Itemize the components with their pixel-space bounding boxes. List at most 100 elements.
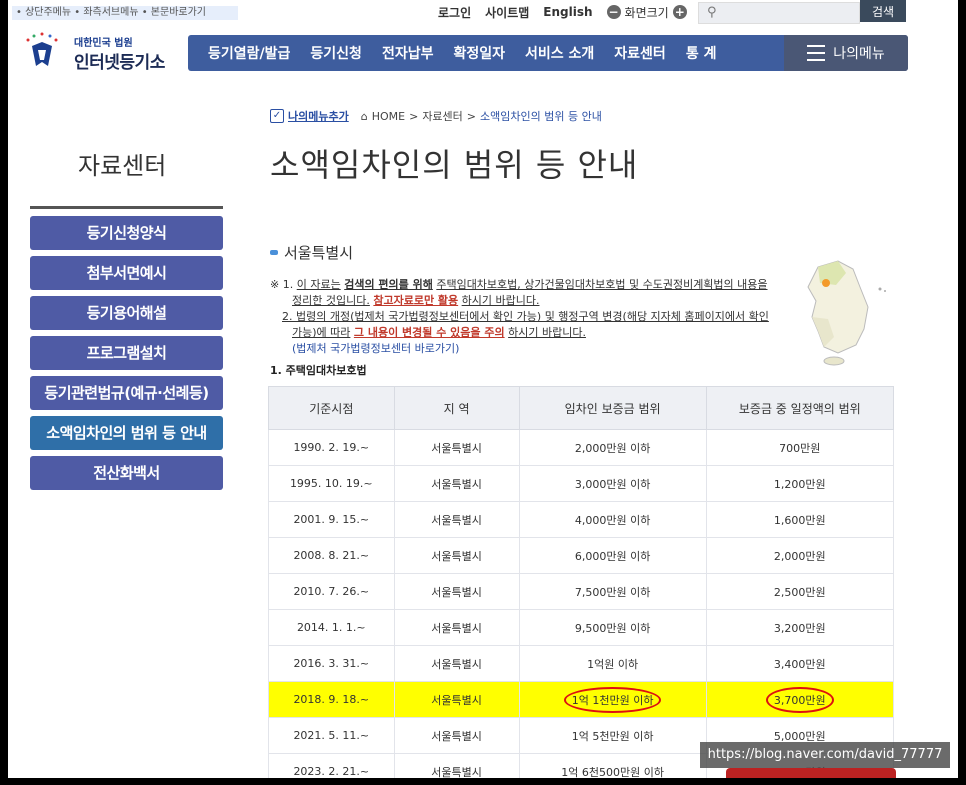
table-cell: 1995. 10. 19.~ (268, 465, 395, 502)
table-cell: 2,000만원 (705, 537, 895, 574)
notice-text: 2. 법령의 개정(법제처 국가법령정보센터에서 확인 가능) 및 행정구역 변… (282, 310, 769, 323)
table-cell: 서울특별시 (393, 609, 520, 646)
table-cell: 2023. 2. 21.~ (268, 753, 395, 778)
side-item-forms[interactable]: 등기신청양식 (30, 216, 223, 250)
search-input[interactable]: ⚲ (698, 2, 860, 24)
nav-statistics[interactable]: 통 계 (676, 43, 727, 63)
table-cell: 3,700만원 (705, 681, 895, 718)
notice-line-1: ※ 1. 이 자료는 검색의 편의를 위해 주택임대차보호법, 상가건물임대차보… (270, 277, 780, 293)
circled-value: 3,700만원 (765, 686, 834, 713)
table-cell: 3,400만원 (705, 645, 895, 682)
notice-text: 하시기 바랍니다. (508, 326, 586, 339)
breadcrumb: ✓ 나의메뉴추가 ⌂ HOME > 자료센터 > 소액임차인의 범위 등 안내 (270, 108, 602, 124)
table-cell: 1990. 2. 19.~ (268, 429, 395, 466)
table-cell: 3,000만원 이하 (518, 465, 707, 502)
law-center-link[interactable]: (법제처 국가법령정보센터 바로가기) (270, 341, 780, 357)
table-cell: 1억 5천만원 이하 (518, 717, 707, 754)
english-link[interactable]: English (543, 5, 592, 19)
search-button[interactable]: 검색 (860, 0, 906, 22)
notice-line-2: 정리한 것입니다. 참고자료로만 활용 하시기 바랍니다. (270, 293, 780, 309)
red-banner (726, 768, 896, 778)
table-cell: 2,000만원 이하 (518, 429, 707, 466)
table-cell: 서울특별시 (393, 573, 520, 610)
table-cell: 2,500만원 (705, 573, 895, 610)
table-cell: 2014. 1. 1.~ (268, 609, 395, 646)
search-icon: ⚲ (707, 5, 717, 20)
side-item-programs[interactable]: 프로그램설치 (30, 336, 223, 370)
breadcrumb-current: 소액임차인의 범위 등 안내 (480, 110, 602, 123)
breadcrumb-level1[interactable]: 자료센터 (422, 108, 462, 124)
table-cell: 1억원 이하 (518, 645, 707, 682)
breadcrumb-separator: > (409, 109, 419, 123)
nav-e-payment[interactable]: 전자납부 (372, 43, 444, 63)
table-cell: 1억 6천500만원 이하 (518, 753, 707, 778)
notice-box: ※ 1. 이 자료는 검색의 편의를 위해 주택임대차보호법, 상가건물임대차보… (270, 277, 780, 357)
font-size-control: − 화면크기 + (606, 4, 687, 21)
side-item-small-tenant[interactable]: 소액임차인의 범위 등 안내 (30, 416, 223, 450)
nav-view-issue[interactable]: 등기열람/발급 (188, 43, 300, 63)
nav-resource-center[interactable]: 자료센터 (604, 43, 676, 63)
section-heading-text: 서울특별시 (284, 244, 354, 262)
breadcrumb-separator: > (466, 109, 477, 123)
table-row: 1990. 2. 19.~ 서울특별시 2,000만원 이하 700만원 (268, 429, 895, 466)
sitemap-link[interactable]: 사이트맵 (485, 4, 529, 21)
font-increase-icon[interactable]: + (672, 5, 687, 19)
table-cell: 1,200만원 (705, 465, 895, 502)
notice-mark: ※ 1. (270, 278, 294, 291)
table-cell: 4,000만원 이하 (518, 501, 707, 538)
nav-fixed-date[interactable]: 확정일자 (443, 43, 515, 63)
font-decrease-icon[interactable]: − (606, 5, 621, 19)
table-cell: 서울특별시 (393, 537, 520, 574)
notice-text: 정리한 것입니다. (292, 294, 370, 307)
side-item-whitepaper[interactable]: 전산화백서 (30, 456, 223, 490)
table-row: 1995. 10. 19.~ 서울특별시 3,000만원 이하 1,200만원 (268, 465, 895, 502)
table-cell: 서울특별시 (393, 645, 520, 682)
small-tenant-table: 기준시점 지 역 임차인 보증금 범위 보증금 중 일정액의 범위 1990. … (268, 386, 895, 778)
hamburger-icon (807, 45, 826, 61)
circled-value: 1억 1천만원 이하 (563, 686, 662, 713)
side-item-glossary[interactable]: 등기용어해설 (30, 296, 223, 330)
table-cell: 2008. 8. 21.~ (268, 537, 395, 574)
bullet-icon (270, 250, 278, 255)
col-region: 지 역 (393, 386, 520, 430)
table-cell: 서울특별시 (393, 429, 520, 466)
breadcrumb-home[interactable]: HOME (372, 110, 405, 123)
col-fixed-amount: 보증금 중 일정액의 범위 (705, 386, 895, 430)
side-title: 자료센터 (78, 152, 167, 180)
table-row: 2016. 3. 31.~ 서울특별시 1억원 이하 3,400만원 (268, 645, 895, 682)
site-logo[interactable]: 대한민국 법원 인터넷등기소 (16, 32, 186, 73)
table-row: 2001. 9. 15.~ 서울특별시 4,000만원 이하 1,600만원 (268, 501, 895, 538)
notice-line-4: 가능)에 따라 그 내용이 변경될 수 있음을 주의 하시기 바랍니다. (270, 325, 780, 341)
table-cell: 2010. 7. 26.~ (268, 573, 395, 610)
blog-watermark: https://blog.naver.com/david_77777 (700, 742, 950, 768)
notice-text: 가능)에 따라 (292, 326, 351, 339)
table-body: 1990. 2. 19.~ 서울특별시 2,000만원 이하 700만원 1995. 1… (268, 429, 895, 778)
table-cell: 2018. 9. 18.~ (268, 681, 395, 718)
login-link[interactable]: 로그인 (438, 4, 471, 21)
skip-links[interactable]: • 상단주메뉴 • 좌측서브메뉴 • 본문바로가기 (12, 6, 238, 20)
page: • 상단주메뉴 • 좌측서브메뉴 • 본문바로가기 로그인 사이트맵 Engli… (8, 0, 958, 778)
nav-registration[interactable]: 등기신청 (300, 43, 372, 63)
table-cell: 서울특별시 (393, 465, 520, 502)
notice-warning: 그 내용이 변경될 수 있음을 주의 (353, 326, 505, 339)
nav-service-intro[interactable]: 서비스 소개 (515, 43, 604, 63)
global-nav: 등기열람/발급 등기신청 전자납부 확정일자 서비스 소개 자료센터 통 계 나… (188, 35, 908, 71)
add-my-menu-link[interactable]: 나의메뉴추가 (288, 108, 349, 124)
table-row: 2008. 8. 21.~ 서울특별시 6,000만원 이하 2,000만원 (268, 537, 895, 574)
korea-map-icon (807, 260, 886, 366)
table-cell: 서울특별시 (393, 717, 520, 754)
court-emblem-icon (26, 32, 58, 66)
notice-text: 이 자료는 (296, 278, 341, 291)
side-item-regulations[interactable]: 등기관련법규(예규·선례등) (30, 376, 223, 410)
subsection-title: 1. 주택임대차보호법 (270, 364, 367, 377)
col-deposit-range: 임차인 보증금 범위 (518, 386, 707, 430)
notice-emphasis: 검색의 편의를 위해 (344, 278, 433, 291)
home-icon: ⌂ (360, 109, 368, 123)
page-title: 소액임차인의 범위 등 안내 (270, 146, 639, 184)
table-cell: 3,200만원 (705, 609, 895, 646)
side-item-attachments[interactable]: 첨부서면예시 (30, 256, 223, 290)
utility-bar: 로그인 사이트맵 English − 화면크기 + (438, 2, 687, 22)
table-cell: 서울특별시 (393, 501, 520, 538)
table-row: 2014. 1. 1.~ 서울특별시 9,500만원 이하 3,200만원 (268, 609, 895, 646)
my-menu-button[interactable]: 나의메뉴 (784, 35, 908, 71)
